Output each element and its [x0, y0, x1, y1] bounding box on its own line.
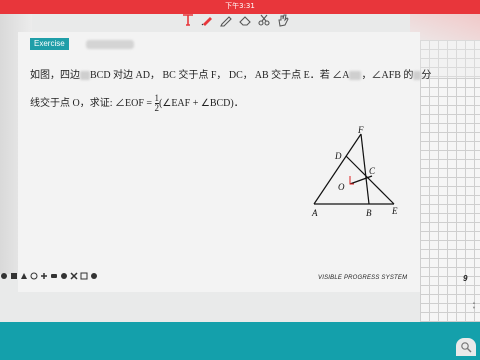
label-F: F [357, 125, 364, 135]
segment-OC [349, 175, 373, 185]
scissors-tool-icon[interactable] [256, 12, 272, 28]
segment-FB [360, 133, 370, 205]
problem-text-start: 如图，四边 [30, 70, 80, 81]
eraser-tool-icon[interactable] [237, 12, 253, 28]
footer-system-name: VISIBLE PROGRESS SYSTEM [318, 275, 408, 281]
label-O: O [338, 182, 345, 192]
bottom-band [0, 322, 480, 360]
segment-AF [313, 133, 362, 205]
pencil-tool-icon[interactable] [218, 12, 234, 28]
label-B: B [366, 208, 372, 218]
label-C: C [369, 166, 376, 176]
hand-tool-icon[interactable] [275, 12, 291, 28]
decor-icon [41, 273, 47, 279]
zoom-icon [461, 342, 472, 353]
problem-line-1: 如图，四边 BCD 对边 AD， BC 交于点 F， DC， AB 交于点 E．若… [30, 66, 431, 81]
decor-icon [11, 273, 17, 279]
problem-text-2a: 线交于点 O，求证: ∠EOF = [30, 98, 153, 109]
grid-scroll-control[interactable]: ▲ ▼ [470, 300, 478, 322]
decor-icon [1, 273, 7, 279]
problem-text-1d: 分 [421, 70, 432, 81]
label-E: E [391, 206, 398, 216]
footer-icon-strip [0, 272, 98, 284]
geometry-figure: F D C O A B E [311, 125, 398, 218]
segment-DE [345, 155, 395, 205]
decor-icon [70, 272, 78, 280]
zoom-button[interactable] [456, 338, 476, 356]
drawing-toolbar [180, 10, 291, 30]
label-A: A [311, 208, 318, 218]
redacted-fragment [413, 71, 422, 81]
problem-line-2: 线交于点 O，求证: ∠EOF = 1 2 (∠EAF + ∠BCD)． [30, 94, 244, 113]
exercise-tag: Exercise [30, 38, 69, 50]
scroll-down-icon[interactable]: ▼ [472, 305, 476, 310]
decor-icon [61, 273, 67, 279]
page-number: 9 [463, 274, 468, 283]
blurred-title [86, 40, 134, 49]
decor-icon [51, 274, 57, 278]
decor-icon [30, 272, 38, 280]
decor-icon [91, 273, 97, 279]
problem-text-1c: ，∠AFB 的 [361, 70, 414, 81]
decor-icon [80, 272, 88, 280]
grid-panel [420, 78, 480, 330]
redacted-fragment [349, 71, 362, 81]
decor-icon [21, 273, 27, 279]
redacted-fragment [80, 71, 90, 81]
text-tool-icon[interactable] [180, 12, 196, 28]
label-D: D [334, 151, 342, 161]
pen-tool-icon[interactable] [199, 12, 215, 28]
problem-text-1b: BCD 对边 AD， BC 交于点 F， DC， AB 交于点 E．若 ∠A [90, 70, 350, 81]
problem-text-2b: (∠EAF + ∠BCD)． [159, 98, 244, 109]
